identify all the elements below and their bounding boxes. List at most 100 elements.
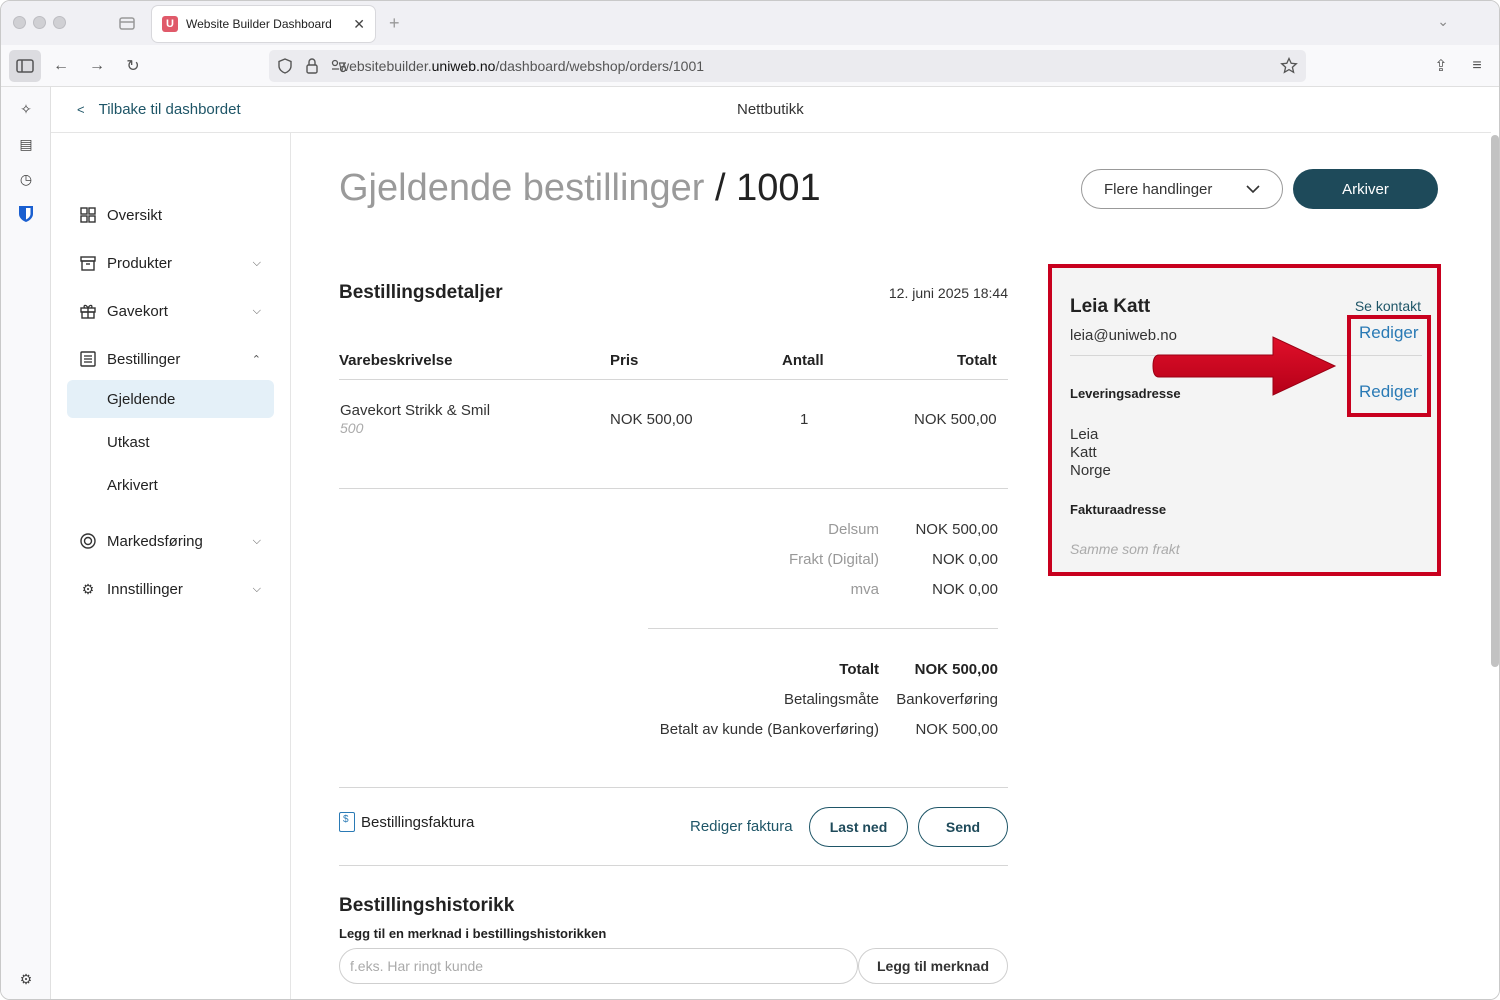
shipping-label: Frakt (Digital)	[788, 551, 879, 568]
col-total: Totalt	[957, 352, 997, 369]
bookmark-star-icon[interactable]	[1280, 57, 1298, 75]
download-button[interactable]: Last ned	[809, 807, 908, 847]
back-arrow-icon[interactable]: ←	[49, 54, 73, 78]
shield-icon[interactable]	[277, 58, 293, 74]
paid-by-customer-value: NOK 500,00	[915, 721, 998, 738]
sidebar-item-marketing[interactable]: Markedsføring ⌵	[79, 529, 261, 553]
navigation-bar: ← → ↻ websitebuilder.uniweb.no/dashboard…	[1, 45, 1499, 87]
close-tab-icon[interactable]: ✕	[353, 16, 365, 33]
reload-icon[interactable]: ↻	[121, 54, 145, 78]
vat-value: NOK 0,00	[932, 581, 998, 598]
chevron-down-icon: ⌵	[252, 304, 261, 317]
shipping-address-line: Norge	[1070, 462, 1111, 479]
sidebar-subitem-archived[interactable]: Arkivert	[67, 466, 274, 504]
sidebar-item-orders[interactable]: Bestillinger ⌃	[79, 347, 261, 371]
sidebar-label: Produkter	[107, 254, 173, 272]
url-text[interactable]: websitebuilder.uniweb.no/dashboard/websh…	[339, 58, 704, 74]
page-title: Gjeldende bestillinger / 1001	[339, 167, 821, 210]
url-path: /dashboard/webshop/orders/1001	[495, 58, 705, 74]
tab-overview-icon[interactable]	[117, 13, 137, 33]
divider	[339, 379, 1008, 380]
ai-sparkle-icon[interactable]: ✧	[16, 99, 36, 119]
sidebar-label: Markedsføring	[107, 532, 203, 550]
send-button[interactable]: Send	[918, 807, 1008, 847]
sidebar-subitem-current[interactable]: Gjeldende	[67, 380, 274, 418]
line-item-price: NOK 500,00	[610, 411, 693, 428]
divider	[339, 865, 1008, 866]
chevron-left-icon: <	[77, 102, 85, 117]
shipping-address-line: Katt	[1070, 444, 1097, 461]
page-topbar: < Tilbake til dashbordet Nettbutikk	[51, 87, 1491, 133]
edit-contact-link[interactable]: Rediger	[1359, 323, 1419, 343]
sidebar-item-settings[interactable]: ⚙ Innstillinger ⌵	[79, 577, 261, 601]
customer-name: Leia Katt	[1070, 296, 1151, 317]
line-item-variant: 500	[340, 420, 364, 436]
history-note-input[interactable]	[339, 948, 858, 984]
section-title: Nettbutikk	[737, 101, 804, 118]
total-label: Totalt	[839, 661, 879, 678]
col-description: Varebeskrivelse	[339, 352, 453, 369]
url-bar[interactable]: websitebuilder.uniweb.no/dashboard/websh…	[269, 50, 1306, 82]
close-window-button[interactable]	[13, 16, 26, 29]
browser-sidebar: ✧ ▤ ◷ ⚙	[1, 87, 51, 999]
sidebar-subitem-drafts[interactable]: Utkast	[67, 423, 274, 461]
customer-card: Leia Katt Se kontakt leia@uniweb.no Leve…	[1048, 264, 1441, 576]
url-domain: uniweb.no	[431, 58, 496, 74]
dashboard-sidebar: Oversikt Produkter ⌵ Gavekort ⌵ Bestilli…	[51, 133, 291, 999]
sidebar-toggle-icon[interactable]	[9, 50, 41, 82]
sidebar-sublabel: Gjeldende	[107, 390, 176, 408]
shipping-value: NOK 0,00	[932, 551, 998, 568]
lock-icon[interactable]	[305, 57, 319, 75]
title-bar: U Website Builder Dashboard ✕ + ⌄	[1, 1, 1499, 45]
order-invoice[interactable]: Bestillingsfaktura	[339, 812, 474, 832]
chevron-down-icon: ⌵	[252, 534, 261, 547]
total-value: NOK 500,00	[914, 661, 998, 678]
payment-method-value: Bankoverføring	[896, 691, 998, 708]
invoice-label: Bestillingsfaktura	[361, 813, 475, 831]
sidebar-item-products[interactable]: Produkter ⌵	[79, 251, 261, 275]
divider	[339, 787, 1008, 788]
order-details-title: Bestillingsdetaljer	[339, 282, 503, 303]
more-actions-label: Flere handlinger	[1104, 180, 1213, 198]
url-prefix: websitebuilder.	[339, 58, 432, 74]
new-tab-icon[interactable]: +	[389, 13, 400, 34]
page-scrollbar[interactable]	[1491, 135, 1499, 667]
page-title-section: Gjeldende bestillinger	[339, 167, 705, 209]
sidebar-item-overview[interactable]: Oversikt	[79, 203, 261, 227]
synced-tabs-icon[interactable]: ▤	[16, 134, 36, 154]
bitwarden-shield-icon[interactable]	[16, 204, 36, 224]
vat-label: mva	[850, 581, 879, 598]
site-permissions-icon[interactable]	[331, 59, 347, 73]
red-arrow-annotation	[1152, 336, 1337, 396]
zoom-window-button[interactable]	[53, 16, 66, 29]
gift-icon	[79, 302, 97, 320]
see-contact-link[interactable]: Se kontakt	[1355, 298, 1421, 314]
history-clock-icon[interactable]: ◷	[16, 169, 36, 189]
edit-invoice-link[interactable]: Rediger faktura	[690, 818, 793, 835]
line-item-total: NOK 500,00	[914, 411, 997, 428]
more-actions-dropdown[interactable]: Flere handlinger	[1081, 169, 1283, 209]
sidebar-sublabel: Utkast	[107, 433, 150, 451]
chevron-up-icon: ⌃	[251, 353, 261, 366]
subtotal-value: NOK 500,00	[915, 521, 998, 538]
forward-arrow-icon[interactable]: →	[85, 54, 109, 78]
tab-list-chevron-icon[interactable]: ⌄	[1437, 13, 1449, 30]
add-note-button[interactable]: Legg til merknad	[858, 948, 1008, 984]
settings-gear-icon[interactable]: ⚙	[16, 969, 36, 989]
extensions-icon[interactable]: ⇪	[1429, 54, 1453, 78]
payment-method-label: Betalingsmåte	[783, 691, 879, 708]
back-to-dashboard-link[interactable]: < Tilbake til dashbordet	[77, 101, 241, 118]
active-tab[interactable]: U Website Builder Dashboard ✕	[152, 6, 375, 42]
web-page: < Tilbake til dashbordet Nettbutikk Over…	[51, 87, 1499, 999]
list-icon	[79, 350, 97, 368]
menu-icon[interactable]: ≡	[1465, 54, 1489, 78]
sidebar-item-gift-cards[interactable]: Gavekort ⌵	[79, 299, 261, 323]
target-icon	[79, 532, 97, 550]
chevron-down-icon: ⌵	[252, 582, 261, 595]
minimize-window-button[interactable]	[33, 16, 46, 29]
order-date: 12. juni 2025 18:44	[888, 285, 1008, 301]
browser-window: U Website Builder Dashboard ✕ + ⌄ ← → ↻ …	[0, 0, 1500, 1000]
invoice-document-icon	[339, 812, 355, 832]
edit-shipping-address-link[interactable]: Rediger	[1359, 382, 1419, 402]
archive-button[interactable]: Arkiver	[1293, 169, 1438, 209]
